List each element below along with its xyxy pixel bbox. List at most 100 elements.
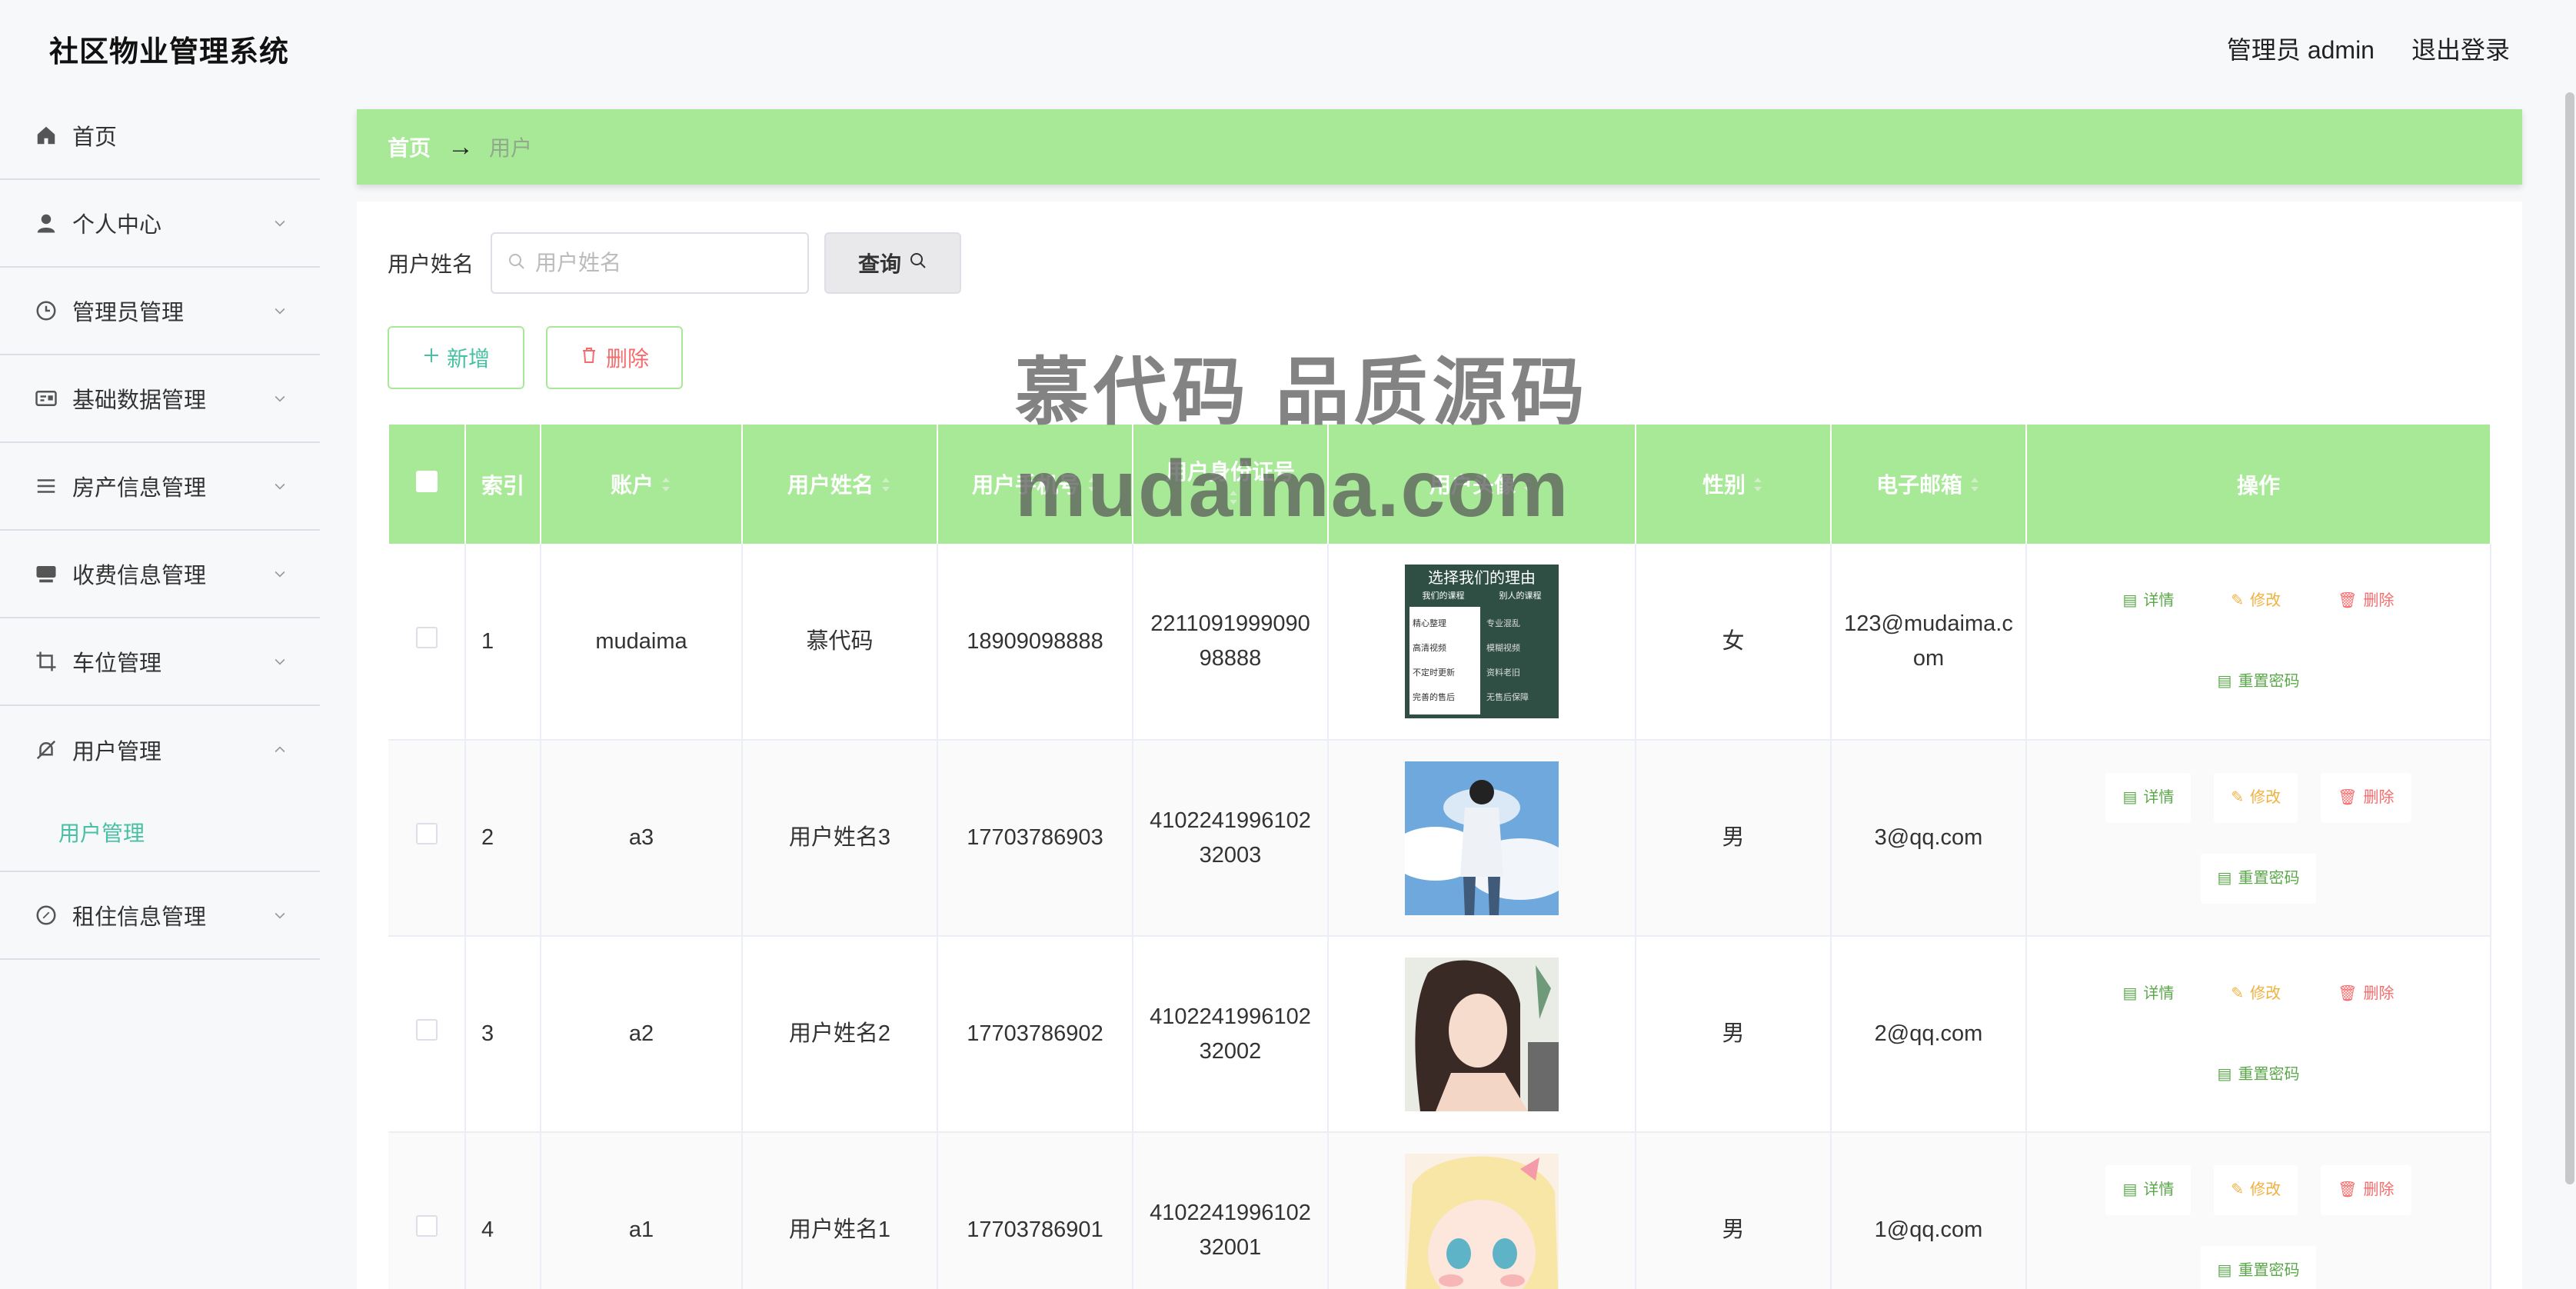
header-user-area: 管理员 admin 退出登录 <box>2227 31 2510 66</box>
search-box[interactable] <box>491 232 810 294</box>
sort-icon[interactable] <box>1227 488 1240 513</box>
sidebar-item-fee-info[interactable]: 收费信息管理 <box>0 531 320 618</box>
avatar[interactable] <box>1405 1153 1559 1289</box>
sort-icon[interactable] <box>880 475 892 500</box>
avatar-left-head: 我们的课程 <box>1422 591 1465 601</box>
header-phone[interactable]: 用户手机号 <box>937 423 1133 544</box>
reset-password-button[interactable]: ▤ 重置密码 <box>2200 657 2317 707</box>
table-header-row: 索引 账户 用户姓名 用户手机号 用户身份证号 用户头像 性别 电子邮箱 操作 <box>388 423 2491 544</box>
add-button[interactable]: 新增 <box>388 326 524 389</box>
delete-button[interactable]: 🗑 删除 <box>2321 968 2411 1019</box>
edit-label: 修改 <box>2250 592 2281 609</box>
detail-label: 详情 <box>2143 1181 2175 1198</box>
avatar[interactable] <box>1405 957 1559 1111</box>
detail-button[interactable]: ▤ 详情 <box>2105 1164 2192 1215</box>
delete-button[interactable]: 🗑 删除 <box>2321 576 2411 626</box>
edit-button[interactable]: ✎ 修改 <box>2214 1164 2298 1215</box>
avatar-title: 选择我们的理由 <box>1428 570 1536 587</box>
chevron-up-icon <box>271 741 289 759</box>
sidebar-item-user-management[interactable]: 用户管理 <box>0 706 320 794</box>
sidebar-item-home[interactable]: 首页 <box>0 92 320 180</box>
row-checkbox[interactable] <box>415 626 438 648</box>
header-email[interactable]: 电子邮箱 <box>1830 423 2027 544</box>
cell-gender: 女 <box>1636 544 1832 741</box>
sidebar-item-label: 租住信息管理 <box>72 905 207 930</box>
header-avatar[interactable]: 用户头像 <box>1327 423 1636 544</box>
delete-label: 删除 <box>2363 984 2395 1002</box>
plus-icon <box>422 345 441 370</box>
avatar[interactable] <box>1405 761 1559 915</box>
header-id-number-label: 用户身份证号 <box>1165 460 1295 485</box>
edit-button[interactable]: ✎ 修改 <box>2214 576 2298 626</box>
batch-delete-button[interactable]: 删除 <box>546 326 683 389</box>
header-name-label: 用户姓名 <box>787 473 874 498</box>
sort-icon[interactable] <box>1969 475 1981 500</box>
sort-icon[interactable] <box>1752 475 1764 500</box>
sort-icon[interactable] <box>1522 475 1534 500</box>
cell-name: 慕代码 <box>742 544 938 741</box>
chevron-down-icon <box>271 652 289 671</box>
id-number-text: 410224199610232001 <box>1150 1200 1311 1260</box>
detail-button[interactable]: ▤ 详情 <box>2105 968 2192 1019</box>
id-number-text: 410224199610232003 <box>1150 808 1311 868</box>
row-checkbox[interactable] <box>415 823 438 844</box>
sidebar-item-personal-center[interactable]: 个人中心 <box>0 180 320 268</box>
detail-button[interactable]: ▤ 详情 <box>2105 576 2192 626</box>
submenu-item-user-management[interactable]: 用户管理 <box>0 794 320 872</box>
header-gender-label: 性别 <box>1702 473 1746 498</box>
header-account[interactable]: 账户 <box>540 423 743 544</box>
trash-icon: 🗑 <box>2338 788 2358 806</box>
reset-password-button[interactable]: ▤ 重置密码 <box>2200 1049 2317 1100</box>
header-index: 索引 <box>464 423 541 544</box>
scrollbar-thumb[interactable] <box>2565 92 2574 1184</box>
sidebar: 首页 个人中心 管理员管理 基础数据管理 房产信息管理 收费信息管理 车位管理 … <box>0 92 320 1289</box>
query-button[interactable]: 查询 <box>824 232 962 294</box>
chevron-down-icon <box>271 389 289 408</box>
sidebar-item-basic-data[interactable]: 基础数据管理 <box>0 355 320 443</box>
row-checkbox[interactable] <box>415 1019 438 1041</box>
page-scrollbar[interactable] <box>2562 92 2576 1184</box>
cell-gender: 男 <box>1636 740 1832 937</box>
avatar-left-item: 精心整理 <box>1413 619 1446 628</box>
cell-id-number: 221109199909098888 <box>1133 544 1329 741</box>
cell-phone: 17703786902 <box>937 936 1133 1133</box>
breadcrumb-home[interactable]: 首页 <box>388 132 431 162</box>
header-gender[interactable]: 性别 <box>1635 423 1832 544</box>
avatar-left-list: 精心整理 高清视频 不定时更新 完善的售后 <box>1409 607 1480 714</box>
sidebar-item-label: 首页 <box>72 125 118 150</box>
row-actions: ▤ 详情 ✎ 修改 🗑 删除 ▤ 重置密码 <box>2027 968 2490 1100</box>
delete-button-label: 删除 <box>605 347 649 371</box>
cell-avatar <box>1328 740 1636 937</box>
edit-button[interactable]: ✎ 修改 <box>2214 772 2298 823</box>
email-text: 123@mudaima.com <box>1844 611 2013 671</box>
cell-phone: 18909098888 <box>937 544 1133 741</box>
delete-button[interactable]: 🗑 删除 <box>2321 772 2411 823</box>
sidebar-item-parking[interactable]: 车位管理 <box>0 618 320 706</box>
header-name[interactable]: 用户姓名 <box>741 423 938 544</box>
cash-icon <box>34 561 58 586</box>
detail-button[interactable]: ▤ 详情 <box>2105 772 2192 823</box>
sidebar-item-admin-management[interactable]: 管理员管理 <box>0 268 320 355</box>
sidebar-item-property-info[interactable]: 房产信息管理 <box>0 443 320 531</box>
delete-label: 删除 <box>2363 592 2395 609</box>
avatar-right-item: 无售后保障 <box>1486 693 1529 702</box>
row-checkbox[interactable] <box>415 1215 438 1237</box>
delete-button[interactable]: 🗑 删除 <box>2321 1164 2411 1215</box>
reset-label: 重置密码 <box>2238 1065 2300 1083</box>
search-input[interactable] <box>535 251 797 275</box>
reset-password-button[interactable]: ▤ 重置密码 <box>2200 853 2317 904</box>
detail-label: 详情 <box>2143 592 2175 609</box>
sidebar-item-rental-info[interactable]: 租住信息管理 <box>0 872 320 960</box>
edit-button[interactable]: ✎ 修改 <box>2214 968 2298 1019</box>
sort-icon[interactable] <box>660 475 672 500</box>
search-icon <box>508 252 526 275</box>
reset-password-button[interactable]: ▤ 重置密码 <box>2200 1245 2317 1289</box>
trash-icon: 🗑 <box>2338 1181 2358 1198</box>
select-all-checkbox[interactable] <box>416 471 438 492</box>
sort-icon[interactable] <box>1086 475 1098 500</box>
cell-phone: 17703786903 <box>937 740 1133 937</box>
search-icon <box>909 251 927 275</box>
logout-link[interactable]: 退出登录 <box>2411 31 2510 66</box>
avatar[interactable]: 选择我们的理由 我们的课程 别人的课程 精心整理 高清视频 不定时更新 完善的售… <box>1405 565 1559 718</box>
header-id-number[interactable]: 用户身份证号 <box>1132 423 1329 544</box>
